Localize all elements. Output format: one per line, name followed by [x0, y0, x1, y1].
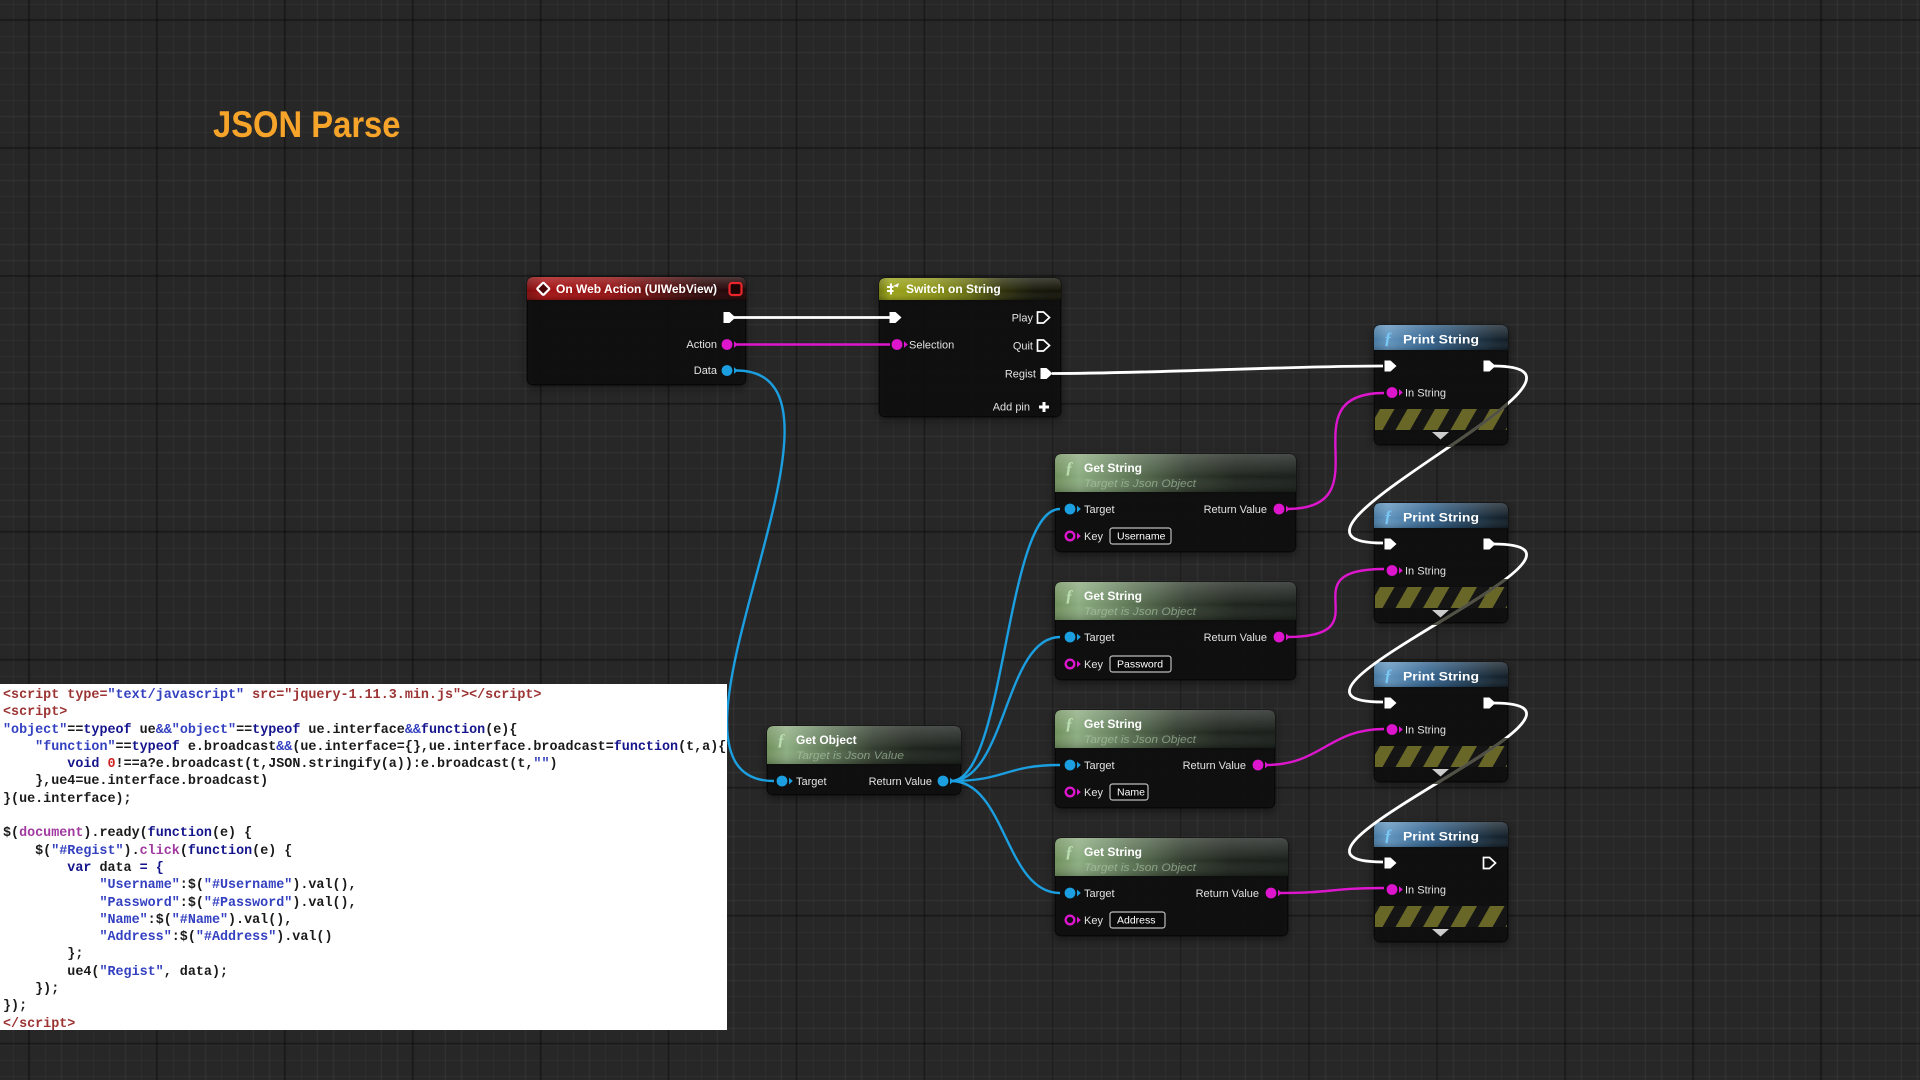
svg-text:ƒ: ƒ	[1065, 714, 1074, 733]
svg-text:Get String: Get String	[1084, 461, 1142, 475]
svg-text:Get Object: Get Object	[796, 733, 857, 747]
svg-text:Selection: Selection	[909, 340, 954, 352]
svg-text:Return Value: Return Value	[1204, 632, 1267, 644]
svg-text:Return Value: Return Value	[1204, 504, 1267, 516]
svg-text:Target: Target	[796, 776, 827, 788]
svg-text:Quit: Quit	[1013, 341, 1033, 353]
svg-text:ƒ: ƒ	[1065, 586, 1074, 605]
svg-text:Target is Json Object: Target is Json Object	[1084, 606, 1197, 618]
svg-text:Print String: Print String	[1403, 333, 1479, 347]
svg-text:ƒ: ƒ	[1065, 842, 1074, 861]
svg-text:In String: In String	[1405, 885, 1446, 897]
svg-text:Key: Key	[1084, 659, 1103, 671]
svg-text:Address: Address	[1117, 915, 1156, 927]
svg-text:Target is Json Object: Target is Json Object	[1084, 734, 1197, 746]
svg-text:Get String: Get String	[1084, 845, 1142, 859]
svg-text:ƒ: ƒ	[1384, 507, 1392, 526]
svg-text:ƒ: ƒ	[1065, 458, 1074, 477]
svg-text:ƒ: ƒ	[777, 730, 786, 749]
svg-text:Return Value: Return Value	[1196, 888, 1259, 900]
svg-text:Target: Target	[1084, 760, 1115, 772]
svg-text:In String: In String	[1405, 566, 1446, 578]
svg-text:On Web Action (UIWebView): On Web Action (UIWebView)	[556, 282, 717, 296]
svg-text:Key: Key	[1084, 915, 1103, 927]
svg-text:Data: Data	[694, 365, 718, 377]
svg-text:Target is Json Object: Target is Json Object	[1084, 862, 1197, 874]
svg-text:Add pin: Add pin	[993, 402, 1030, 414]
svg-text:In String: In String	[1405, 388, 1446, 400]
svg-text:Play: Play	[1012, 313, 1034, 325]
svg-text:Target: Target	[1084, 504, 1115, 516]
svg-text:ƒ: ƒ	[1384, 329, 1392, 348]
svg-text:Return Value: Return Value	[1183, 760, 1246, 772]
svg-text:In String: In String	[1405, 725, 1446, 737]
svg-text:Key: Key	[1084, 531, 1103, 543]
svg-text:Regist: Regist	[1005, 369, 1036, 381]
svg-text:ƒ: ƒ	[1384, 826, 1392, 845]
svg-text:Name: Name	[1117, 787, 1145, 799]
svg-text:Target: Target	[1084, 888, 1115, 900]
svg-text:Print String: Print String	[1403, 830, 1479, 844]
svg-text:Print String: Print String	[1403, 670, 1479, 684]
svg-text:Target is Json Object: Target is Json Object	[1084, 478, 1197, 490]
svg-text:Print String: Print String	[1403, 511, 1479, 525]
svg-text:Switch on String: Switch on String	[906, 282, 1001, 296]
svg-text:Action: Action	[686, 339, 717, 351]
svg-text:Username: Username	[1117, 531, 1166, 543]
svg-text:Return Value: Return Value	[869, 776, 932, 788]
svg-text:Target is Json Value: Target is Json Value	[796, 750, 904, 762]
svg-text:ƒ: ƒ	[1384, 666, 1392, 685]
svg-text:Password: Password	[1117, 659, 1163, 671]
svg-text:Target: Target	[1084, 632, 1115, 644]
svg-text:Get String: Get String	[1084, 589, 1142, 603]
svg-text:Get String: Get String	[1084, 717, 1142, 731]
svg-text:Key: Key	[1084, 787, 1103, 799]
